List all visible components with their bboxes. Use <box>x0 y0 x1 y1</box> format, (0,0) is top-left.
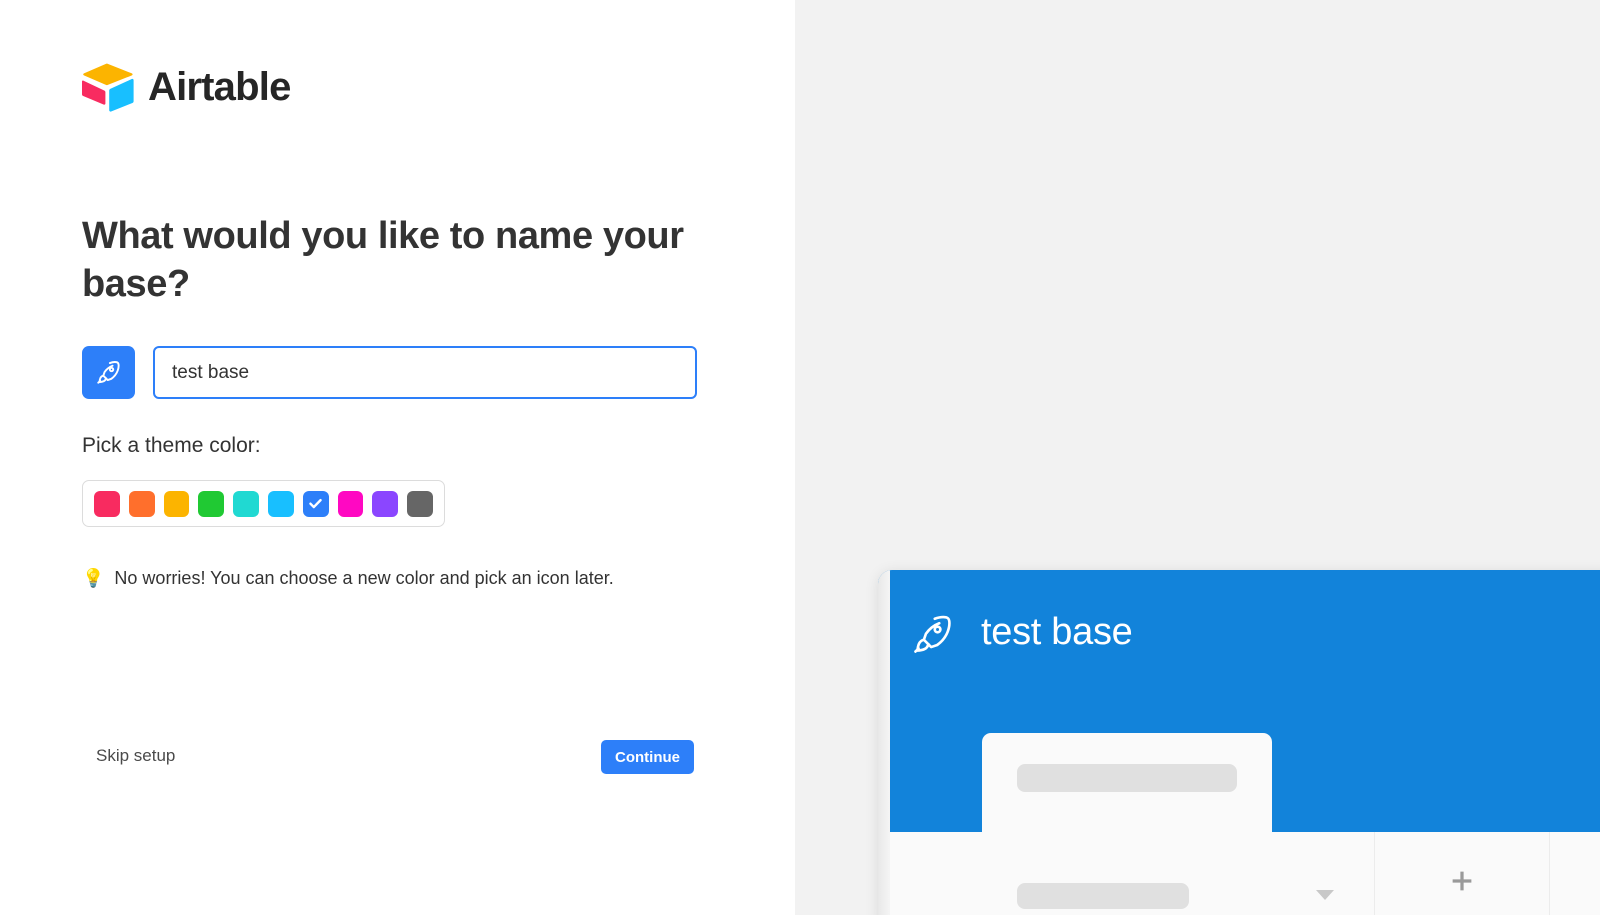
airtable-wordmark: Airtable <box>148 65 291 109</box>
view-name-placeholder <box>1017 883 1189 909</box>
check-icon <box>309 498 322 509</box>
plus-icon <box>1452 871 1472 891</box>
onboarding-screen: Airtable What would you like to name you… <box>0 0 1600 915</box>
color-swatch-gray[interactable] <box>407 490 433 517</box>
add-table-button[interactable] <box>1375 832 1550 915</box>
airtable-logo: Airtable <box>82 62 291 112</box>
toolbar-spare-cell <box>1550 832 1600 915</box>
hint-message: 💡 No worries! You can choose a new color… <box>82 568 614 589</box>
color-swatch-blue-selected[interactable] <box>302 490 329 517</box>
color-swatch-yellow[interactable] <box>163 490 190 517</box>
preview-panel: test base <box>795 0 1600 915</box>
setup-panel: Airtable What would you like to name you… <box>0 0 795 915</box>
color-swatch-cyan[interactable] <box>267 490 294 517</box>
preview-sidebar-strip <box>878 570 890 915</box>
preview-toolbar <box>878 832 1600 915</box>
skip-setup-link[interactable]: Skip setup <box>96 746 175 766</box>
base-name-input[interactable] <box>153 346 697 399</box>
continue-button[interactable]: Continue <box>601 740 694 774</box>
preview-base-title: test base <box>981 611 1133 653</box>
base-name-row <box>82 346 697 399</box>
tab-name-placeholder <box>1017 764 1237 792</box>
airtable-logo-icon <box>82 63 134 112</box>
page-title: What would you like to name your base? <box>82 215 684 306</box>
toolbar-view-cell[interactable] <box>878 832 1375 915</box>
theme-color-picker[interactable] <box>82 480 445 527</box>
lightbulb-icon: 💡 <box>82 568 105 588</box>
color-swatch-teal[interactable] <box>233 490 259 517</box>
color-swatch-red[interactable] <box>94 490 120 517</box>
theme-color-label: Pick a theme color: <box>82 434 261 457</box>
base-icon-button[interactable] <box>82 346 135 399</box>
color-swatch-purple[interactable] <box>372 490 399 517</box>
rocket-icon <box>914 615 951 653</box>
caret-down-icon[interactable] <box>1316 890 1334 900</box>
rocket-icon <box>97 361 120 384</box>
base-preview-card: test base <box>878 570 1600 915</box>
color-swatch-orange[interactable] <box>128 490 155 517</box>
hint-text: No worries! You can choose a new color a… <box>114 568 614 588</box>
color-swatch-green[interactable] <box>198 490 225 517</box>
color-swatch-magenta[interactable] <box>337 490 364 517</box>
